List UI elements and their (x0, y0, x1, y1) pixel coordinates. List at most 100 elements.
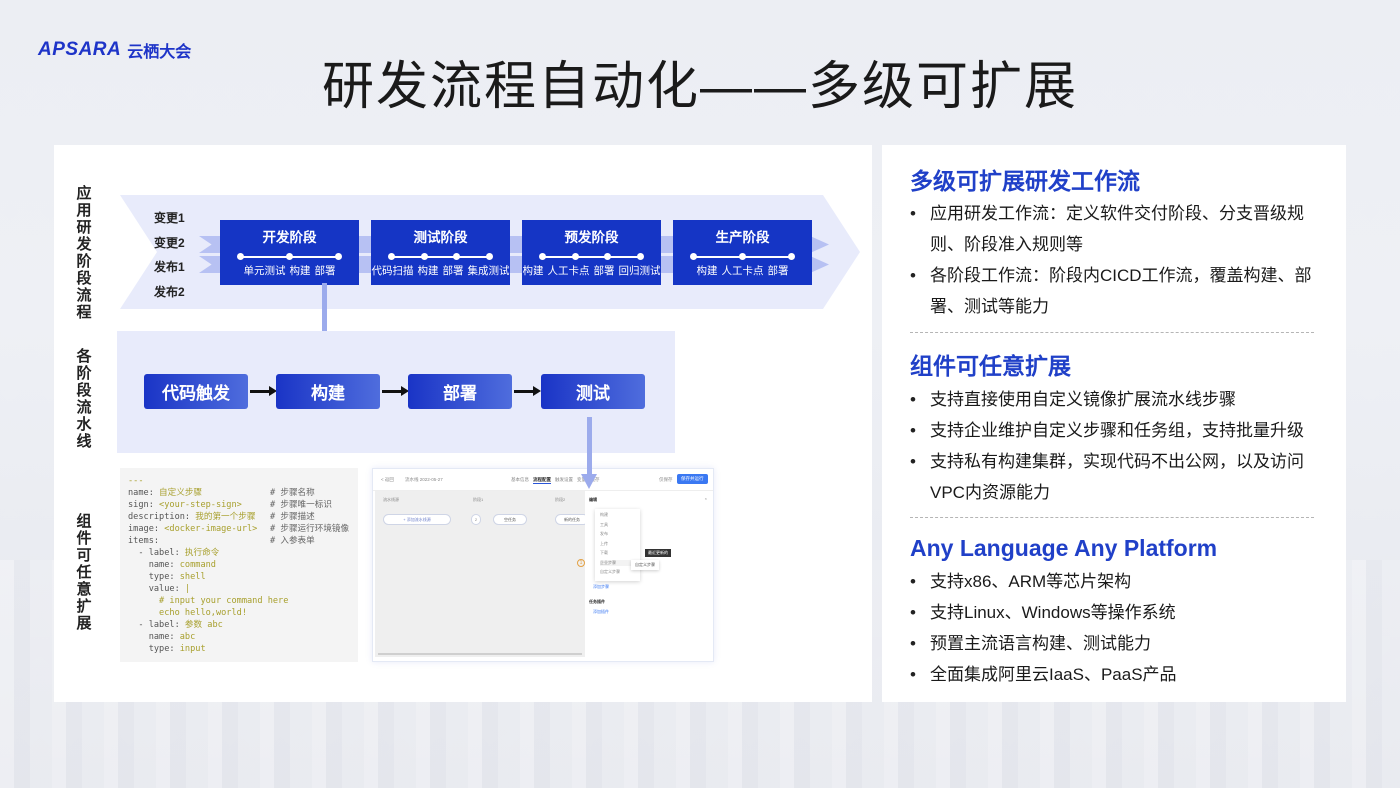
bullet-item: 预置主流语言构建、测试能力 (910, 628, 1330, 659)
section-title-workflow: 多级可扩展研发工作流 (910, 168, 1140, 194)
column-label: 阶段1 (473, 497, 484, 502)
code-key (128, 608, 159, 618)
code-key: description: (128, 512, 196, 522)
menu-item: 上传 (600, 540, 608, 546)
row-label-stage-flow: 应用研发阶段流程 (76, 185, 92, 321)
bullet-item: 各阶段工作流：阶段内CICD工作流，覆盖构建、部署、测试等能力 (910, 260, 1330, 322)
run-button: 保存并运行 (677, 474, 708, 484)
tooltip: 最近更新的 (645, 549, 671, 557)
code-key: sign: (128, 500, 160, 510)
timeline-dot (286, 253, 293, 260)
stage-steps: 构建 人工卡点 部署 回归测试 (523, 263, 661, 278)
code-key: - label: (128, 548, 185, 558)
code-value: 自定义步骤 (159, 488, 203, 498)
stage-step: 构建 (289, 265, 311, 277)
pipeline-step-build: 构建 (276, 374, 380, 409)
features-panel: 多级可扩展研发工作流 应用研发工作流：定义软件交付阶段、分支晋级规则、阶段准入规… (882, 145, 1346, 702)
code-line: name: 自定义步骤 # 步骤名称 (128, 487, 350, 499)
code-line: type: input (128, 643, 350, 655)
column-label: 流水线源 (383, 497, 399, 502)
code-value: | (184, 584, 191, 594)
timeline-dot (420, 253, 428, 260)
timeline-dot (571, 253, 579, 260)
stage-box: 测试阶段 代码扫描 构建 部署 集成测试 (371, 220, 510, 285)
code-comment: # 步骤描述 (270, 512, 315, 522)
code-comment: # 步骤运行环境镜像 (270, 524, 350, 534)
editor-tab: 基本信息 (511, 477, 529, 482)
bullet-item: 支持Linux、Windows等操作系统 (910, 597, 1330, 628)
timeline-dot (237, 253, 244, 260)
stage-step: 集成测试 (467, 265, 510, 277)
stage-steps: 单元测试 构建 部署 (244, 263, 336, 278)
stage-timeline (388, 252, 493, 262)
stage-box: 生产阶段 构建 人工卡点 部署 (673, 220, 812, 285)
code-value: command (179, 560, 216, 570)
code-value: 执行命令 (184, 548, 220, 558)
code-line: image: <docker-image-url> # 步骤运行环境镜像 (128, 523, 350, 535)
code-comment: # 步骤唯一标识 (270, 500, 332, 510)
stage-step: 人工卡点 (547, 265, 590, 277)
section-title-components: 组件可任意扩展 (910, 353, 1071, 379)
branch-label: 发布2 (154, 285, 185, 299)
dashed-divider (910, 332, 1314, 333)
callout-number: 1 (577, 559, 585, 567)
pipeline-step-trigger: 代码触发 (144, 374, 248, 409)
code-value: 参数 abc (184, 620, 223, 630)
code-value: <your-step-sign> (159, 500, 242, 510)
code-value: <docker-image-url> (164, 524, 258, 534)
stage-timeline (690, 252, 795, 262)
timeline-dot (486, 253, 493, 260)
code-key: name: (128, 488, 160, 498)
stage-step: 部署 (314, 265, 336, 277)
timeline-dot (604, 253, 612, 260)
diagram-panel: 应用研发阶段流程 各阶段流水线 组件可任意扩展 变更1 变更2 发布1 发布2 … (54, 145, 872, 702)
add-plugin-link: 添加插件 (593, 609, 609, 614)
row-label-component: 组件可任意扩展 (76, 513, 92, 632)
timeline-dot (690, 253, 697, 260)
task-plugin-label: 任务插件 (589, 599, 605, 604)
stage-step: 回归测试 (618, 265, 661, 277)
stage-step: 单元测试 (243, 265, 286, 277)
code-key: name: (128, 632, 180, 642)
editor-tab-active: 流程配置 (533, 477, 551, 484)
branch-label: 变更1 (154, 211, 185, 225)
code-line: items: # 入参表单 (128, 535, 350, 547)
right-arrow-icon (514, 386, 541, 396)
code-key: name: (128, 560, 180, 570)
side-title: 编辑 (589, 497, 597, 502)
stage-step: 构建 (522, 265, 544, 277)
code-line: value: | (128, 583, 350, 595)
back-link: < 返回 (381, 477, 394, 482)
code-value: abc (179, 632, 196, 642)
branch-label: 发布1 (154, 260, 185, 274)
editor-tab: 触发设置 (555, 477, 573, 482)
stage-box: 开发阶段单元测试 构建 部署 (220, 220, 359, 285)
code-value: input (179, 644, 206, 654)
add-source-pill: + 添加流水线源 (383, 514, 451, 525)
code-comment: # 入参表单 (270, 536, 315, 546)
bullet-item: 支持x86、ARM等芯片架构 (910, 566, 1330, 597)
new-task-pill: 新的任务 (555, 514, 589, 525)
code-key: image: (128, 524, 165, 534)
timeline-dot (453, 253, 461, 260)
stage-step: 部署 (442, 265, 464, 277)
pipeline-editor-screenshot: < 返回 流水线 2022-05-27 基本信息 流程配置 触发设置 变量和缓存… (372, 468, 714, 662)
stage-title: 开发阶段 (262, 230, 317, 245)
code-key: value: (128, 584, 185, 594)
stage-step: 人工卡点 (721, 265, 764, 277)
stage-step: 部署 (593, 265, 615, 277)
code-line: description: 我的第一个步骤 # 步骤描述 (128, 511, 350, 523)
code-line: name: command (128, 559, 350, 571)
menu-item: 发布 (600, 531, 608, 536)
branch-label: 变更2 (154, 236, 185, 250)
code-value: 我的第一个步骤 (195, 512, 256, 522)
code-value: shell (179, 572, 206, 582)
stage-counter: 2 (471, 514, 481, 525)
bullet-item: 全面集成阿里云IaaS、PaaS产品 (910, 659, 1330, 690)
section-title-platform: Any Language Any Platform (910, 535, 1218, 561)
code-value: echo hello,world! (159, 608, 248, 618)
stage-step: 部署 (767, 265, 789, 277)
code-line: echo hello,world! (128, 607, 350, 619)
stage-timeline (237, 252, 342, 262)
timeline-dot (788, 253, 795, 260)
